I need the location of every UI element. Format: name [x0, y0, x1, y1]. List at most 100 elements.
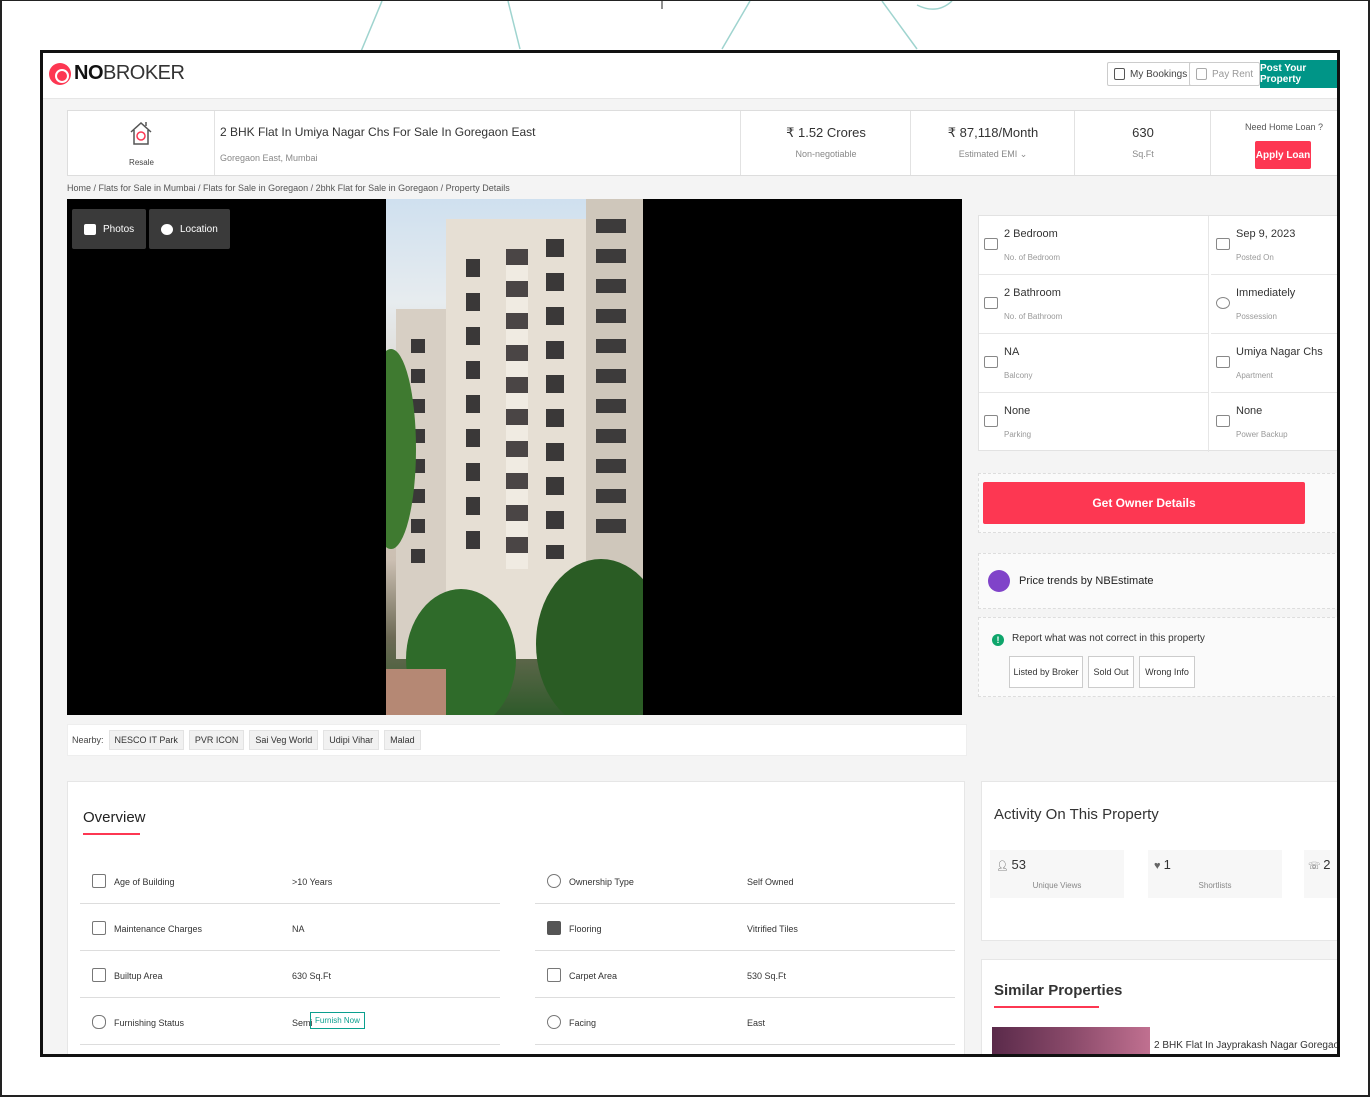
fact-value: Umiya Nagar Chs: [1236, 346, 1323, 358]
overview-row-maintenance: Maintenance Charges NA: [80, 909, 500, 951]
phone-icon: ☏: [1308, 861, 1324, 872]
overview-title: Overview: [83, 809, 146, 826]
overview-row-carpet: Carpet Area 530 Sq.Ft: [535, 956, 955, 998]
overview-value: Self Owned: [747, 877, 794, 887]
fact-bedroom: 2 Bedroom No. of Bedroom: [979, 216, 1209, 275]
area-value: 630: [1132, 125, 1154, 140]
overview-label: Flooring: [569, 924, 602, 934]
emi-cell[interactable]: ₹ 87,118/Month Estimated EMI ⌄: [911, 111, 1075, 175]
report-section: ! Report what was not correct in this pr…: [978, 617, 1337, 697]
photos-button[interactable]: Photos: [72, 209, 147, 249]
nearby-chip[interactable]: Malad: [384, 730, 421, 750]
building-age-icon: [92, 874, 106, 888]
calendar-icon: [1216, 238, 1230, 250]
report-sold-out-button[interactable]: Sold Out: [1088, 656, 1134, 688]
balcony-icon: [984, 356, 998, 368]
fact-label: Posted On: [1236, 253, 1274, 262]
overview-label: Maintenance Charges: [114, 924, 203, 934]
shortlists-label: Shortlists: [1198, 881, 1232, 890]
shortlists-box: ♥ 1 Shortlists: [1148, 850, 1282, 898]
compass-icon: [161, 223, 173, 235]
location-label: Location: [180, 223, 218, 235]
emi-note[interactable]: Estimated EMI ⌄: [911, 149, 1075, 160]
overview-row-facing: Facing East: [535, 1003, 955, 1045]
battery-icon: [1216, 415, 1230, 427]
emi-value: ₹ 87,118/Month: [947, 125, 1039, 140]
overview-section: Overview Age of Building >10 Years Owner…: [67, 781, 965, 1054]
car-icon: [984, 415, 998, 427]
trend-chart-icon: [988, 570, 1010, 592]
carpet-area-icon: [547, 968, 561, 982]
overview-row-builtup: Builtup Area 630 Sq.Ft: [80, 956, 500, 998]
post-property-button[interactable]: Post Your Property: [1260, 60, 1337, 88]
fact-value: NA: [1004, 346, 1020, 358]
similar-property-thumbnail[interactable]: [992, 1027, 1150, 1054]
resale-label: Resale: [129, 158, 154, 167]
flooring-tiles-icon: [547, 921, 561, 935]
my-bookings-button[interactable]: My Bookings: [1107, 62, 1195, 86]
property-title: 2 BHK Flat In Umiya Nagar Chs For Sale I…: [220, 125, 536, 139]
fact-value: 2 Bedroom: [1004, 228, 1058, 240]
nearby-chip[interactable]: Sai Veg World: [249, 730, 319, 750]
report-wrong-info-button[interactable]: Wrong Info: [1139, 656, 1195, 688]
logo-bold-text: NO: [74, 62, 104, 84]
price-trends-label: Price trends by NBEstimate: [1019, 575, 1154, 587]
fact-power-backup: None Power Backup: [1211, 393, 1337, 452]
fact-label: Parking: [1004, 430, 1032, 439]
title-cell: 2 BHK Flat In Umiya Nagar Chs For Sale I…: [215, 111, 741, 175]
overview-row-age: Age of Building >10 Years: [80, 862, 500, 904]
nearby-chip[interactable]: PVR ICON: [188, 730, 245, 750]
fact-value: None: [1236, 405, 1263, 417]
photo-gallery[interactable]: Photos Location: [67, 199, 962, 715]
property-location: Goregaon East, Mumbai: [220, 153, 318, 163]
nearby-chip[interactable]: NESCO IT Park: [108, 730, 184, 750]
price-cell: ₹ 1.52 Crores Non-negotiable: [741, 111, 911, 175]
logo-rest-text: BROKER: [103, 62, 185, 84]
fact-label: Possession: [1236, 312, 1277, 321]
similar-property-title[interactable]: 2 BHK Flat In Jayprakash Nagar Goregaon …: [1154, 1040, 1337, 1051]
location-button[interactable]: Location: [149, 209, 230, 249]
fact-apartment: Umiya Nagar Chs Apartment: [1211, 334, 1337, 393]
browser-frame: NOBROKER My Bookings Pay Rent Post Your …: [40, 50, 1340, 1057]
pay-rent-button[interactable]: Pay Rent: [1189, 62, 1261, 86]
property-summary-bar: Resale 2 BHK Flat In Umiya Nagar Chs For…: [67, 110, 1337, 176]
similar-properties-section: Similar Properties 2 BHK Flat In Jayprak…: [981, 959, 1337, 1054]
person-icon: 👤︎: [996, 861, 1012, 872]
property-price: ₹ 1.52 Crores: [786, 125, 866, 140]
fact-label: Apartment: [1236, 371, 1273, 380]
key-icon: [1216, 297, 1230, 309]
overview-value: 530 Sq.Ft: [747, 971, 787, 981]
overview-value: NA: [292, 924, 305, 934]
unique-views-count: 53: [1011, 857, 1026, 872]
resale-house-icon: [130, 121, 152, 145]
owner-details-section: Get Owner Details: [978, 473, 1337, 533]
top-navbar: NOBROKER My Bookings Pay Rent Post Your …: [43, 53, 1337, 99]
report-listed-by-broker-button[interactable]: Listed by Broker: [1009, 656, 1083, 688]
price-trends-section[interactable]: Price trends by NBEstimate: [978, 553, 1337, 609]
nobroker-logo[interactable]: NOBROKER: [49, 62, 185, 85]
nobroker-logo-icon: [49, 62, 71, 85]
loan-cell: Need Home Loan ? Apply Loan: [1211, 111, 1337, 175]
building-icon: [1216, 356, 1230, 368]
bookings-icon: [1114, 68, 1125, 80]
fact-value: 2 Bathroom: [1004, 287, 1061, 299]
fact-label: Balcony: [1004, 371, 1033, 380]
fact-value: None: [1004, 405, 1031, 417]
heart-icon: ♥: [1154, 860, 1164, 872]
fact-parking: None Parking: [979, 393, 1209, 452]
compass-icon: [547, 1015, 561, 1029]
my-bookings-label: My Bookings: [1130, 68, 1188, 80]
fact-balcony: NA Balcony: [979, 334, 1209, 393]
furnish-now-button[interactable]: Furnish Now: [310, 1012, 365, 1029]
fact-bathroom: 2 Bathroom No. of Bathroom: [979, 275, 1209, 334]
activity-section: Activity On This Property 👤︎ 53 Unique V…: [981, 781, 1337, 941]
nearby-chip[interactable]: Udipi Vihar: [323, 730, 380, 750]
similar-underline: [994, 1006, 1099, 1008]
overview-underline: [83, 833, 140, 835]
info-alert-icon: !: [992, 634, 1004, 646]
unique-views-label: Unique Views: [1032, 881, 1082, 890]
breadcrumb[interactable]: Home / Flats for Sale in Mumbai / Flats …: [67, 183, 510, 193]
apply-loan-button[interactable]: Apply Loan: [1255, 141, 1311, 169]
overview-label: Age of Building: [114, 877, 175, 887]
get-owner-details-button[interactable]: Get Owner Details: [983, 482, 1305, 524]
